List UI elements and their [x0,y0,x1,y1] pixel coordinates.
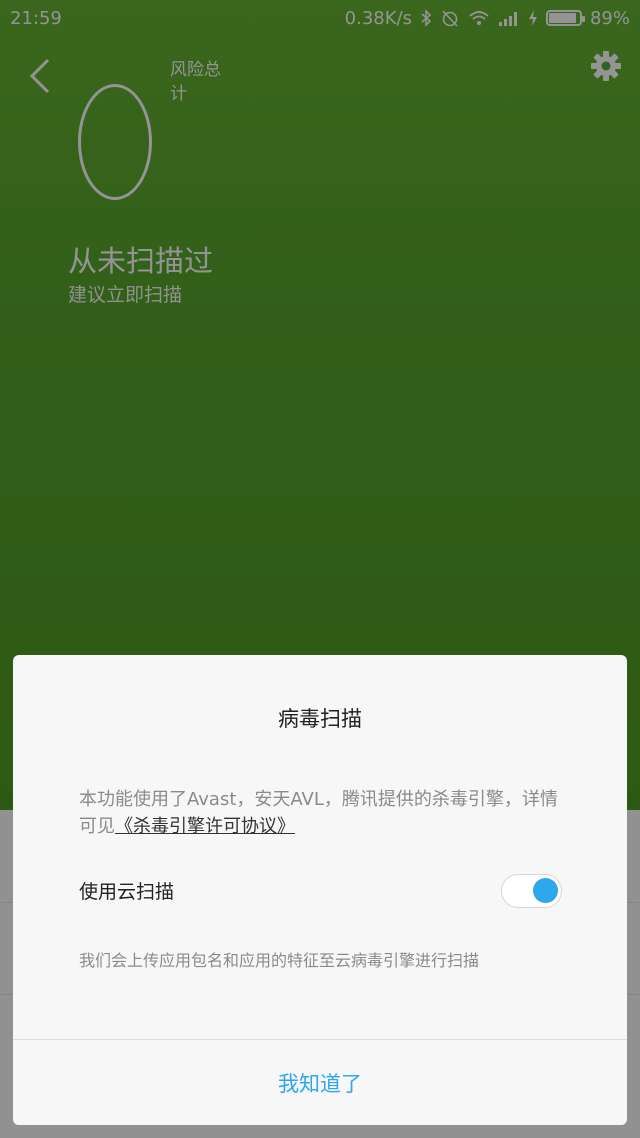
toggle-knob [533,878,558,903]
cloud-scan-note: 我们会上传应用包名和应用的特征至云病毒引擎进行扫描 [79,951,480,970]
license-agreement-link[interactable]: 《杀毒引擎许可协议》 [115,816,295,837]
dialog-description: 本功能使用了Avast，安天AVL，腾讯提供的杀毒引擎，详情可见《杀毒引擎许可协… [79,786,569,840]
confirm-button[interactable]: 我知道了 [13,1040,627,1125]
virus-scan-dialog: 病毒扫描 本功能使用了Avast，安天AVL，腾讯提供的杀毒引擎，详情可见《杀毒… [13,655,627,1125]
cloud-scan-label: 使用云扫描 [79,881,175,903]
screen: 21:59 0.38K/s 89% 风险总计 从未扫描过 建议立即扫描 病毒扫描 [0,0,640,1138]
dialog-title: 病毒扫描 [278,707,362,731]
cloud-scan-toggle[interactable] [501,874,562,908]
